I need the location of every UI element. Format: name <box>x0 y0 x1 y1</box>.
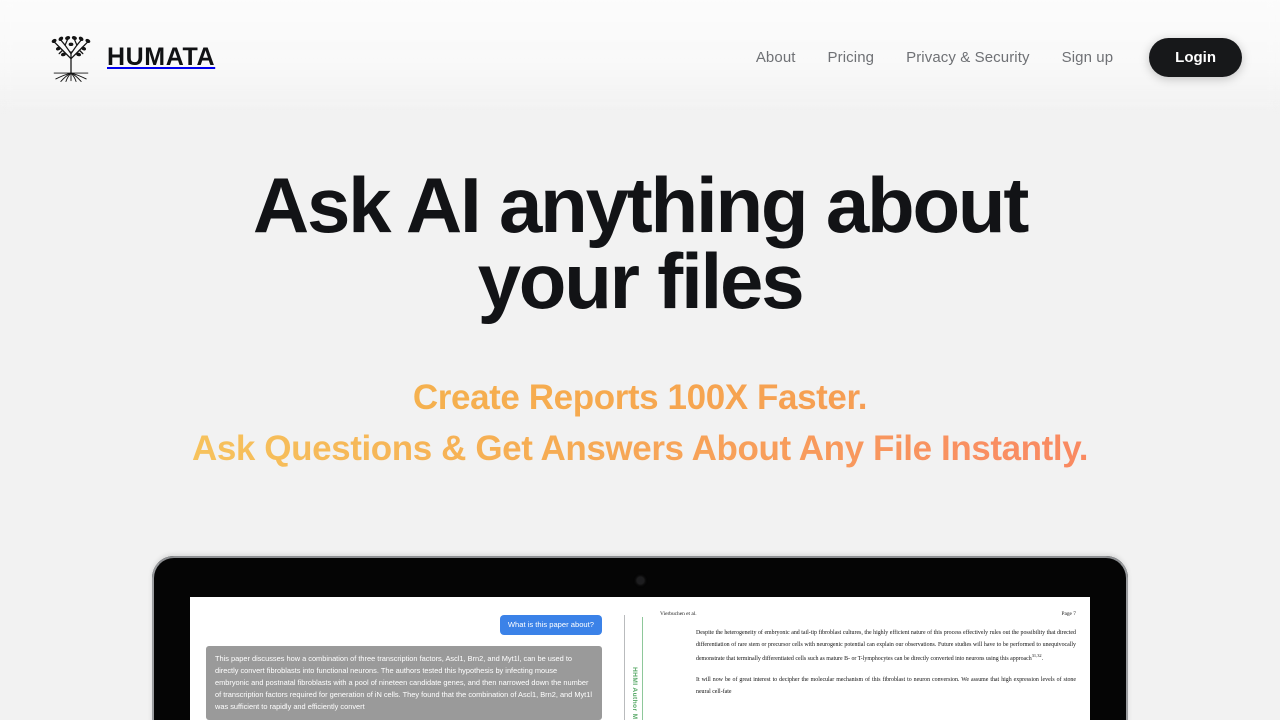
laptop-mockup: What is this paper about? This paper dis… <box>152 556 1128 720</box>
hero-subtitle: Create Reports 100X Faster. Ask Question… <box>0 372 1280 475</box>
tree-with-roots-icon <box>51 36 91 82</box>
nav-link-pricing[interactable]: Pricing <box>812 50 891 65</box>
pdf-running-head: Vierbuchen et al. Page 7 <box>660 611 1076 617</box>
chat-user-message: What is this paper about? <box>499 615 602 636</box>
laptop-screen: What is this paper about? This paper dis… <box>190 597 1090 720</box>
pdf-spine-rule <box>642 617 643 720</box>
brand-logo-link[interactable]: HUMATA <box>44 30 215 84</box>
pdf-page-body: Vierbuchen et al. Page 7 Despite the het… <box>660 611 1076 708</box>
nav-link-privacy-security[interactable]: Privacy & Security <box>890 50 1046 65</box>
chat-user-row: What is this paper about? <box>206 615 602 636</box>
page-title: Ask AI anything about your files <box>0 166 1280 325</box>
pdf-spine-label: HHMI Author Manuscript <box>631 667 638 720</box>
headline-line-2: your files <box>477 236 805 325</box>
chat-ai-message: This paper discusses how a combination o… <box>206 646 602 720</box>
pane-divider <box>624 615 625 720</box>
pdf-header-left: Vierbuchen et al. <box>660 611 697 617</box>
chat-pane: What is this paper about? This paper dis… <box>190 597 618 720</box>
subtitle-line-2: Ask Questions & Get Answers About Any Fi… <box>0 423 1280 474</box>
pdf-paragraph-1: Despite the heterogeneity of embryonic a… <box>696 630 1076 662</box>
subtitle-line-1: Create Reports 100X Faster. <box>0 372 1280 423</box>
pdf-viewer-pane: HHMI Author Manuscript Vierbuchen et al.… <box>631 597 1090 720</box>
pdf-paragraph-2: It will now be of great interest to deci… <box>696 676 1076 695</box>
pdf-paragraph-1-refs: 31,32 <box>1031 652 1042 658</box>
login-button[interactable]: Login <box>1149 37 1242 77</box>
pdf-header-right: Page 7 <box>1061 611 1076 617</box>
headline-line-1: Ask AI anything about <box>252 161 1029 249</box>
brand-name-text: HUMATA <box>107 42 216 71</box>
nav-link-sign-up[interactable]: Sign up <box>1046 50 1130 65</box>
nav-link-about[interactable]: About <box>740 50 812 65</box>
laptop-camera-icon <box>636 577 644 584</box>
site-header: HUMATA About Pricing Privacy & Security … <box>0 0 1280 114</box>
pdf-paragraph-1-text: Despite the heterogeneity of embryonic a… <box>696 630 1076 662</box>
main-navigation: About Pricing Privacy & Security Sign up… <box>740 0 1242 114</box>
header-content: HUMATA About Pricing Privacy & Security … <box>0 0 1280 114</box>
